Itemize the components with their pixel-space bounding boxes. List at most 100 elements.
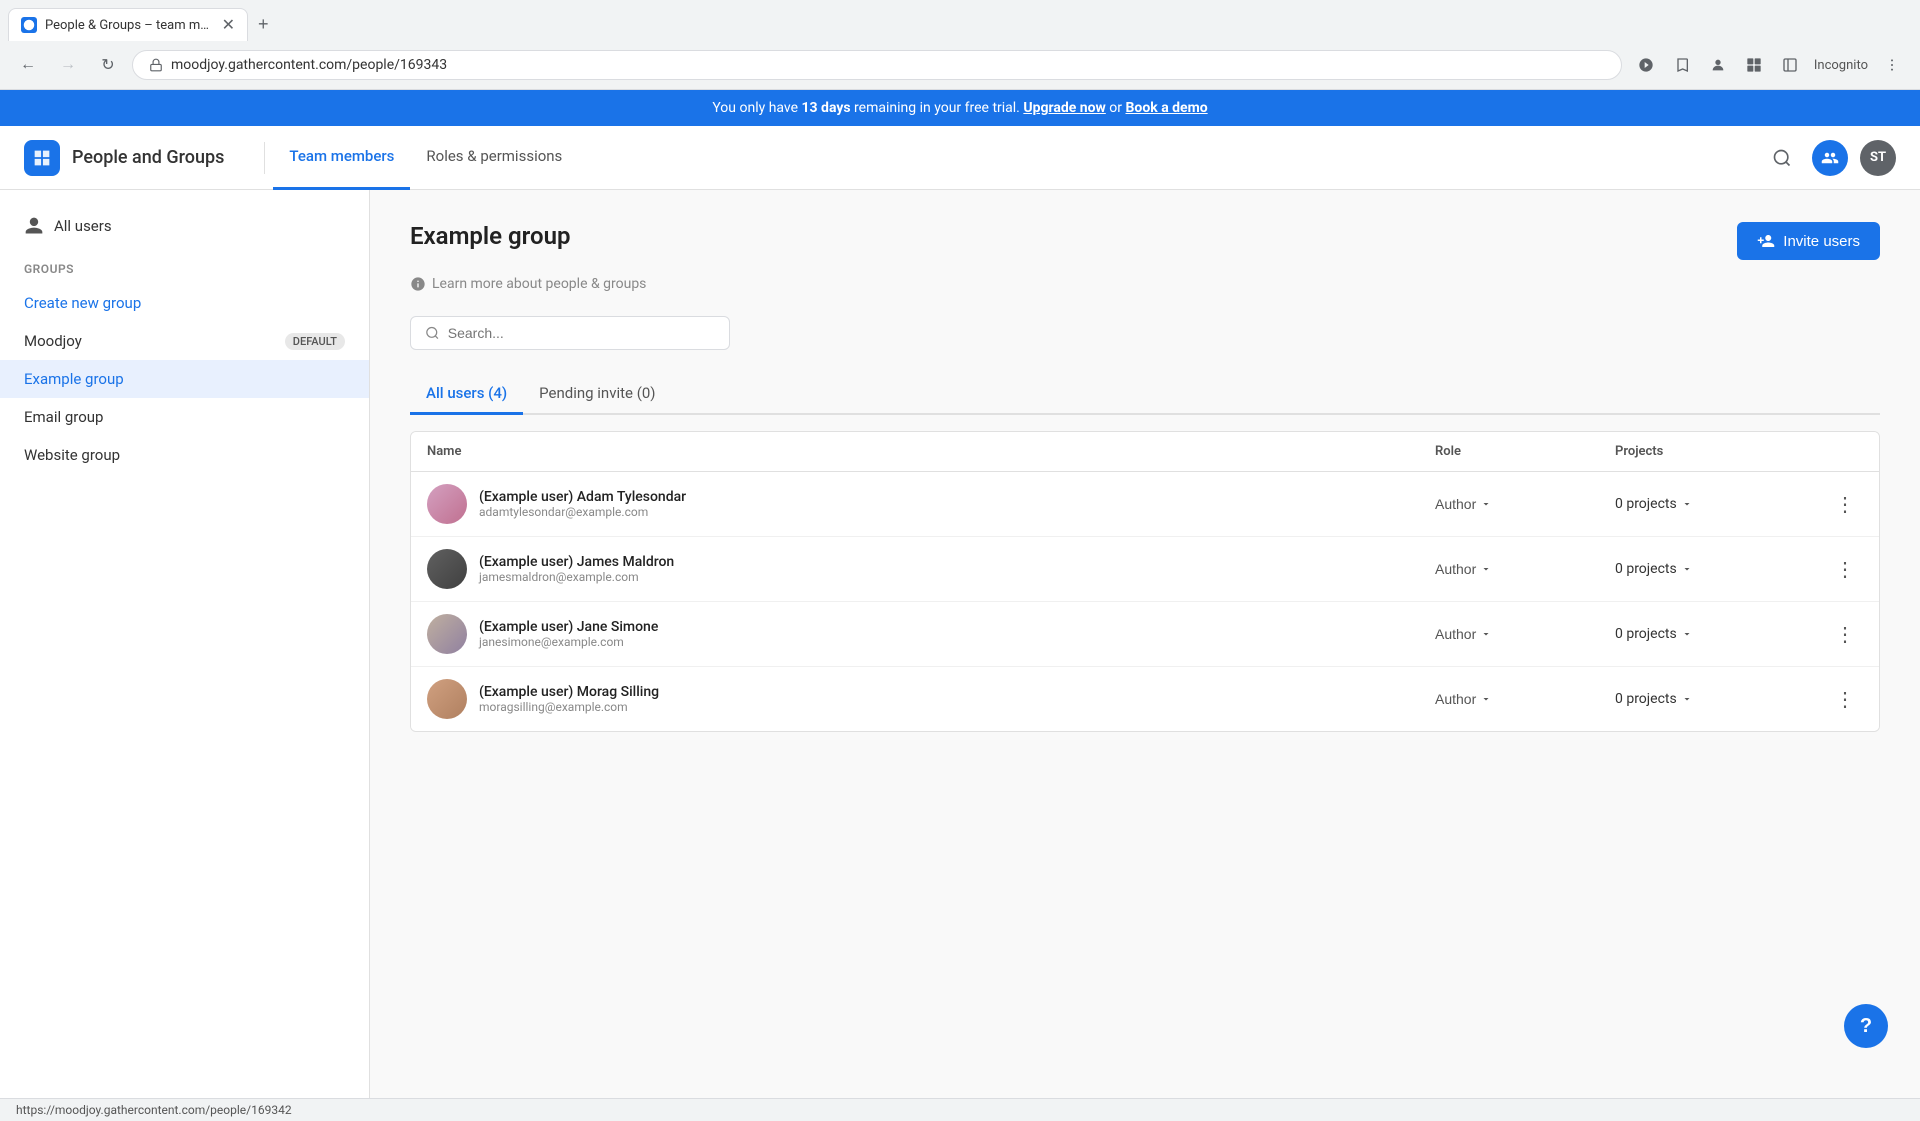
- projects-cell-morag: 0 projects: [1615, 691, 1815, 707]
- projects-cell-jane: 0 projects: [1615, 626, 1815, 642]
- actions-cell-james: ⋮: [1815, 553, 1863, 586]
- user-cell-james: (Example user) James Maldron jamesmaldro…: [427, 549, 1435, 589]
- user-name-james: (Example user) James Maldron: [479, 554, 674, 570]
- tab-close-button[interactable]: ✕: [222, 17, 235, 33]
- new-tab-button[interactable]: +: [252, 8, 275, 41]
- search-box: [410, 316, 730, 350]
- active-tab[interactable]: People & Groups – team mem… ✕: [8, 8, 248, 41]
- search-input[interactable]: [448, 325, 715, 341]
- sidebar-item-example-group[interactable]: Example group: [0, 360, 369, 398]
- role-dropdown-adam[interactable]: Author: [1435, 496, 1492, 512]
- groups-icon: [1821, 149, 1839, 167]
- content-area: Example group Invite users Learn more ab…: [370, 190, 1920, 1098]
- app-header: People and Groups Team members Roles & p…: [0, 126, 1920, 190]
- search-box-icon: [425, 325, 440, 341]
- avatar-jane: [427, 614, 467, 654]
- status-bar: https://moodjoy.gathercontent.com/people…: [0, 1098, 1920, 1121]
- role-cell-james: Author: [1435, 561, 1615, 577]
- header-nav-divider: [264, 142, 265, 174]
- user-info-adam: (Example user) Adam Tylesondar adamtyles…: [479, 489, 686, 519]
- extensions-panel-button[interactable]: [1738, 49, 1770, 81]
- nav-team-members[interactable]: Team members: [273, 126, 410, 190]
- create-group-link[interactable]: Create new group: [0, 284, 369, 322]
- help-button[interactable]: ?: [1844, 1004, 1888, 1048]
- address-bar[interactable]: moodjoy.gathercontent.com/people/169343: [132, 50, 1622, 80]
- user-cell-adam: (Example user) Adam Tylesondar adamtyles…: [427, 484, 1435, 524]
- url-text: moodjoy.gathercontent.com/people/169343: [171, 57, 1605, 73]
- bookmark-button[interactable]: [1666, 49, 1698, 81]
- row-actions-button-adam[interactable]: ⋮: [1827, 488, 1863, 521]
- learn-more-label: Learn more about people & groups: [432, 276, 646, 292]
- browser-chrome: People & Groups – team mem… ✕ + ← → ↻ mo…: [0, 0, 1920, 90]
- role-dropdown-james[interactable]: Author: [1435, 561, 1492, 577]
- header-search-button[interactable]: [1764, 140, 1800, 176]
- tab-favicon: [21, 17, 37, 33]
- trial-banner: You only have 13 days remaining in your …: [0, 90, 1920, 126]
- projects-cell-james: 0 projects: [1615, 561, 1815, 577]
- reload-button[interactable]: ↻: [92, 49, 124, 81]
- user-email-adam: adamtylesondar@example.com: [479, 505, 686, 519]
- user-email-jane: janesimone@example.com: [479, 635, 658, 649]
- sidebar-all-users[interactable]: All users: [0, 206, 369, 246]
- user-email-james: jamesmaldron@example.com: [479, 570, 674, 584]
- avatar-adam: [427, 484, 467, 524]
- book-demo-link[interactable]: Book a demo: [1126, 100, 1208, 116]
- actions-cell-morag: ⋮: [1815, 683, 1863, 716]
- row-actions-button-morag[interactable]: ⋮: [1827, 683, 1863, 716]
- profile-button[interactable]: [1702, 49, 1734, 81]
- col-header-actions: [1815, 444, 1863, 459]
- tab-pending-invite[interactable]: Pending invite (0): [523, 374, 671, 415]
- chevron-down-icon: [1681, 563, 1693, 575]
- col-header-projects: Projects: [1615, 444, 1815, 459]
- sidebar-toggle-button[interactable]: [1774, 49, 1806, 81]
- user-cell-morag: (Example user) Morag Silling moragsillin…: [427, 679, 1435, 719]
- sidebar-item-moodjoy[interactable]: Moodjoy DEFAULT: [0, 322, 369, 360]
- invite-icon: [1757, 232, 1775, 250]
- upgrade-link[interactable]: Upgrade now: [1023, 100, 1105, 116]
- tab-all-users[interactable]: All users (4): [410, 374, 523, 415]
- header-groups-button[interactable]: [1812, 140, 1848, 176]
- learn-more-link[interactable]: Learn more about people & groups: [410, 276, 1880, 292]
- lock-icon: [149, 58, 163, 72]
- role-dropdown-jane[interactable]: Author: [1435, 626, 1492, 642]
- table-header: Name Role Projects: [411, 432, 1879, 472]
- extensions-button[interactable]: [1630, 49, 1662, 81]
- groups-section-label: GROUPS: [0, 246, 369, 284]
- table-row: (Example user) Adam Tylesondar adamtyles…: [411, 472, 1879, 537]
- website-group-label: Website group: [24, 446, 120, 464]
- forward-button[interactable]: →: [52, 49, 84, 81]
- nav-roles-permissions[interactable]: Roles & permissions: [410, 126, 578, 190]
- chevron-down-icon: [1480, 563, 1492, 575]
- trial-days: 13 days: [802, 100, 851, 116]
- invite-users-button[interactable]: Invite users: [1737, 222, 1880, 260]
- search-icon: [1772, 148, 1792, 168]
- user-info-james: (Example user) James Maldron jamesmaldro…: [479, 554, 674, 584]
- user-avatar[interactable]: ST: [1860, 140, 1896, 176]
- example-group-label: Example group: [24, 370, 124, 388]
- invite-btn-label: Invite users: [1783, 233, 1860, 250]
- sidebar-item-website-group[interactable]: Website group: [0, 436, 369, 474]
- row-actions-button-james[interactable]: ⋮: [1827, 553, 1863, 586]
- table-row: (Example user) Morag Silling moragsillin…: [411, 667, 1879, 731]
- main-layout: All users GROUPS Create new group Moodjo…: [0, 190, 1920, 1098]
- moodjoy-default-badge: DEFAULT: [285, 333, 345, 350]
- header-actions: ST: [1764, 140, 1896, 176]
- incognito-label: Incognito: [1810, 58, 1872, 73]
- chevron-down-icon: [1480, 693, 1492, 705]
- menu-button[interactable]: [1876, 49, 1908, 81]
- user-cell-jane: (Example user) Jane Simone janesimone@ex…: [427, 614, 1435, 654]
- row-actions-button-jane[interactable]: ⋮: [1827, 618, 1863, 651]
- user-info-jane: (Example user) Jane Simone janesimone@ex…: [479, 619, 658, 649]
- role-cell-adam: Author: [1435, 496, 1615, 512]
- create-group-label[interactable]: Create new group: [24, 294, 141, 312]
- actions-cell-jane: ⋮: [1815, 618, 1863, 651]
- back-button[interactable]: ←: [12, 49, 44, 81]
- col-header-name: Name: [427, 444, 1435, 459]
- actions-cell-adam: ⋮: [1815, 488, 1863, 521]
- sidebar-item-email-group[interactable]: Email group: [0, 398, 369, 436]
- user-name-morag: (Example user) Morag Silling: [479, 684, 659, 700]
- moodjoy-label: Moodjoy: [24, 332, 82, 350]
- role-dropdown-morag[interactable]: Author: [1435, 691, 1492, 707]
- sidebar: All users GROUPS Create new group Moodjo…: [0, 190, 370, 1098]
- table-row: (Example user) James Maldron jamesmaldro…: [411, 537, 1879, 602]
